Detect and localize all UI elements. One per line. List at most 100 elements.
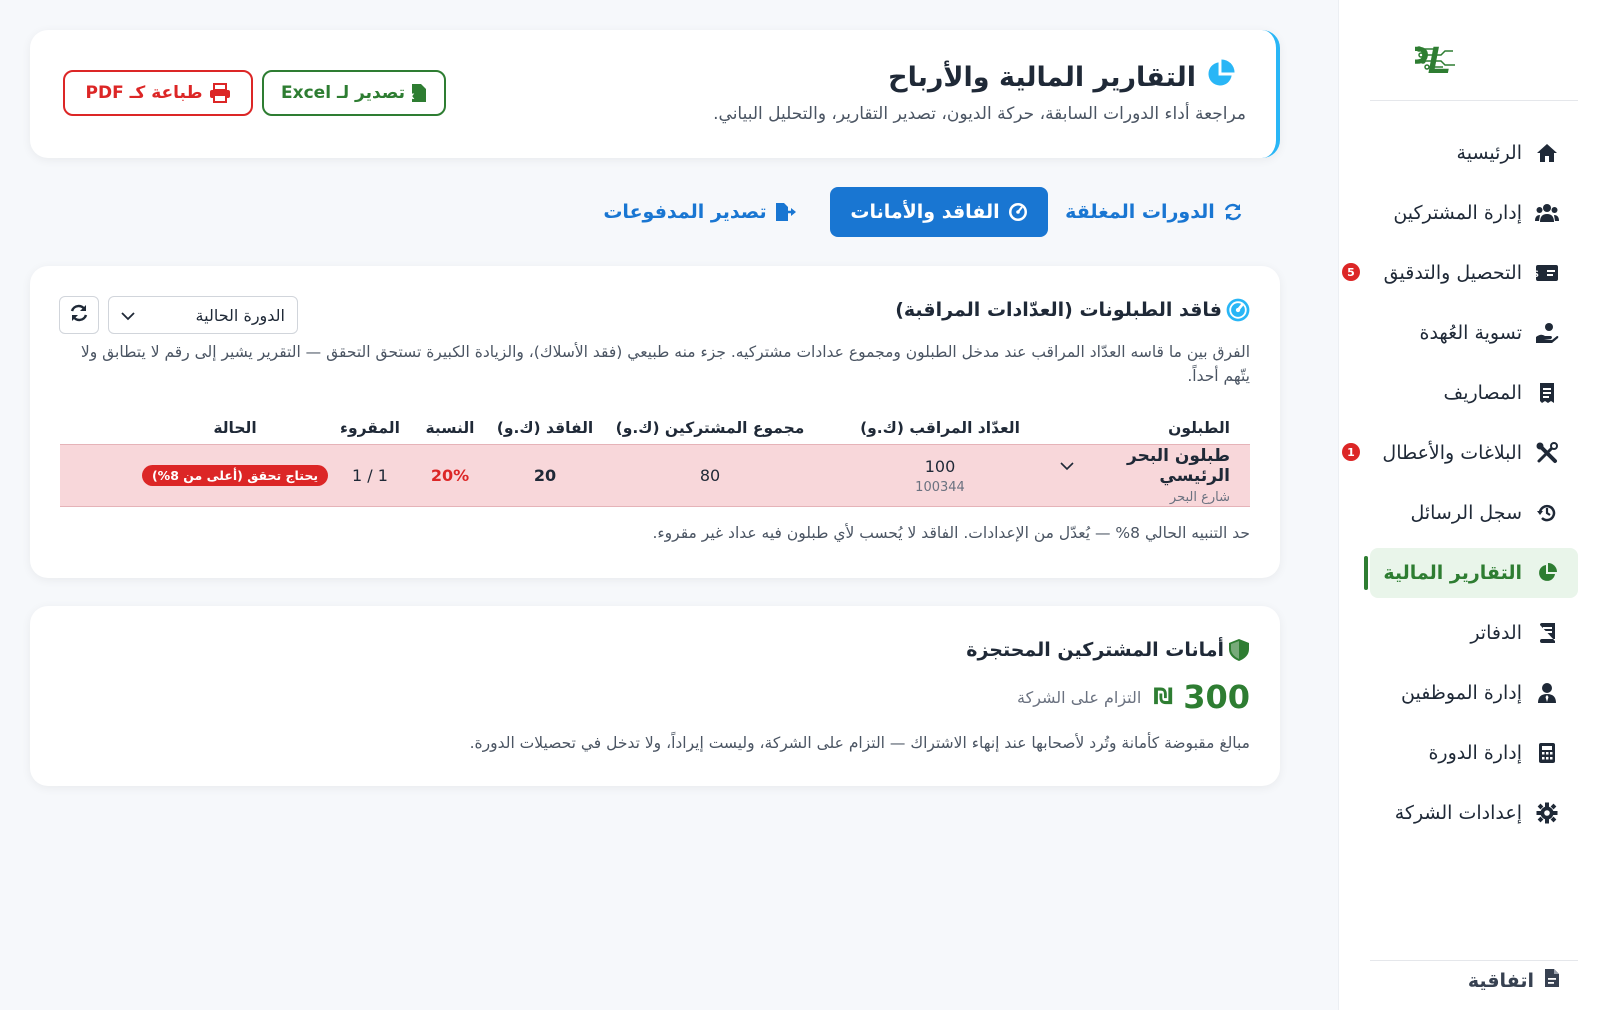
sidebar-nav: الرئيسية إدارة المشتركين $ التحصيل والتد… (1342, 128, 1578, 848)
sidebar-item-collection[interactable]: $ التحصيل والتدقيق 5 (1342, 248, 1578, 298)
deposits-description: مبالغ مقبوضة كأمانة وتُرد لأصحابها عند إ… (469, 734, 1250, 752)
deposits-card: أمانات المشتركين المحتجزة 300 ₪ التزام ع… (30, 606, 1280, 786)
column-header: المقروء (340, 419, 400, 437)
export-excel-button[interactable]: x تصدير لـ Excel (262, 70, 446, 116)
sidebar-item-company-settings[interactable]: إعدادات الشركة (1370, 788, 1578, 838)
sidebar-item-label: تسوية العُهدة (1419, 322, 1523, 344)
sidebar-item-home[interactable]: الرئيسية (1370, 128, 1578, 178)
printer-icon (209, 83, 231, 103)
sidebar-item-ledgers[interactable]: الدفاتر (1370, 608, 1578, 658)
calculator-icon (1534, 740, 1560, 766)
card-description: الفرق بين ما قاسه العدّاد المراقب عند مد… (80, 343, 1250, 385)
hand-coin-icon (1534, 320, 1560, 346)
amount-value: 300 (1183, 678, 1250, 716)
subscribers-total-cell: 80 (699, 466, 721, 485)
chevron-down-icon (121, 306, 135, 325)
history-icon (1534, 500, 1560, 526)
sidebar: PL الرئيسية إدارة المشتركين $ التحصيل وا… (1338, 0, 1600, 1010)
status-cell: يحتاج تحقق (أعلى من 8%) (140, 465, 330, 486)
gauge-icon (1226, 298, 1250, 322)
document-icon (1544, 968, 1560, 993)
sidebar-item-label: التحصيل والتدقيق (1383, 262, 1522, 284)
gear-icon (1534, 800, 1560, 826)
deposits-amount: 300 ₪ التزام على الشركة (1017, 678, 1250, 716)
shield-icon (1228, 638, 1250, 662)
table-row[interactable]: طبلون البحر الرئيسي شارع البحر 100 10034… (60, 444, 1250, 507)
sidebar-item-label: إعدادات الشركة (1394, 802, 1522, 824)
cycle-select-value: الدورة الحالية (195, 305, 285, 325)
sidebar-item-financial-reports[interactable]: التقارير المالية (1364, 548, 1578, 598)
sidebar-item-label: إدارة الموظفين (1401, 682, 1522, 704)
meter-cell: 100 100344 (820, 457, 1060, 495)
tab-loss-deposits[interactable]: الفاقد والأمانات (830, 187, 1048, 237)
table-header: الطبلون العدّاد المراقب (ك.و) مجموع المش… (60, 412, 1250, 444)
file-export-icon (775, 202, 797, 222)
page-title: التقارير المالية والأرباح (888, 58, 1236, 97)
sidebar-item-label: التقارير المالية (1383, 562, 1522, 584)
sidebar-item-label: إدارة المشتركين (1393, 202, 1522, 224)
report-tabs: الدورات المغلقة الفاقد والأمانات تصدير ا… (30, 187, 1280, 239)
ratio-cell: 20% (430, 466, 470, 485)
sidebar-item-label: الرئيسية (1456, 142, 1522, 164)
gauge-icon (1008, 202, 1028, 222)
column-header: مجموع المشتركين (ك.و) (615, 419, 805, 437)
sidebar-divider (1370, 100, 1578, 101)
sidebar-item-agreement[interactable]: اتفاقية (1468, 968, 1560, 993)
user-tie-icon (1534, 680, 1560, 706)
sidebar-divider (1370, 960, 1578, 961)
sidebar-item-label: الدفاتر (1470, 622, 1522, 644)
page-header-card: التقارير المالية والأرباح مراجعة أداء ال… (30, 30, 1280, 158)
read-cell: 1 / 1 (352, 466, 388, 485)
loss-cell: 20 (533, 466, 557, 485)
tab-export-payments[interactable]: تصدير المدفوعات (600, 187, 800, 237)
panel-loss-table: الطبلون العدّاد المراقب (ك.و) مجموع المش… (60, 412, 1250, 507)
card-title: فاقد الطبلونات (العدّادات المراقبة) (895, 298, 1250, 322)
svg-text:PL: PL (1415, 40, 1451, 82)
panel-cell: طبلون البحر الرئيسي شارع البحر (1060, 446, 1250, 505)
pie-chart-icon (1534, 560, 1560, 586)
sidebar-item-reports-faults[interactable]: البلاغات والأعطال 1 (1342, 428, 1578, 478)
column-header: الطبلون (1168, 419, 1230, 437)
status-badge: يحتاج تحقق (أعلى من 8%) (141, 465, 329, 486)
sidebar-item-subscribers[interactable]: إدارة المشتركين (1370, 188, 1578, 238)
users-icon (1534, 200, 1560, 226)
sidebar-item-employees[interactable]: إدارة الموظفين (1370, 668, 1578, 718)
threshold-note: حد التنبيه الحالي 8% — يُعدّل من الإعداد… (652, 524, 1250, 542)
pie-chart-icon (1204, 58, 1236, 97)
money-card-icon: $ (1534, 260, 1560, 286)
file-excel-icon: x (411, 83, 427, 103)
sidebar-item-label: إدارة الدورة (1428, 742, 1522, 764)
column-header: الحالة (213, 419, 257, 437)
sidebar-item-label: سجل الرسائل (1410, 502, 1522, 524)
book-icon (1534, 620, 1560, 646)
chevron-down-icon[interactable] (1060, 461, 1074, 471)
tab-closed-cycles[interactable]: الدورات المغلقة (1064, 187, 1244, 237)
panel-loss-card: فاقد الطبلونات (العدّادات المراقبة) الدو… (30, 266, 1280, 578)
home-icon (1534, 140, 1560, 166)
column-header: الفاقد (ك.و) (496, 419, 594, 437)
cycle-select[interactable]: الدورة الحالية (108, 296, 298, 334)
sidebar-item-messages-log[interactable]: سجل الرسائل (1370, 488, 1578, 538)
currency-symbol: ₪ (1153, 684, 1174, 710)
panel-street: شارع البحر (1169, 490, 1230, 505)
notification-badge: 1 (1342, 443, 1360, 461)
amount-label: التزام على الشركة (1017, 687, 1142, 707)
page-subtitle: مراجعة أداء الدورات السابقة، حركة الديون… (713, 104, 1246, 124)
column-header: النسبة (425, 419, 475, 437)
svg-text:$: $ (1535, 269, 1539, 280)
meter-value: 100 (924, 456, 956, 476)
card-title: أمانات المشتركين المحتجزة (966, 638, 1250, 662)
sidebar-item-label: المصاريف (1443, 382, 1522, 404)
sync-icon (1223, 202, 1243, 222)
svg-text:x: x (411, 91, 415, 102)
sidebar-item-cycle-management[interactable]: إدارة الدورة (1370, 728, 1578, 778)
meter-id: 100344 (915, 479, 965, 495)
sidebar-item-custody[interactable]: تسوية العُهدة (1370, 308, 1578, 358)
panel-name[interactable]: طبلون البحر الرئيسي (1060, 446, 1230, 486)
tools-icon (1534, 440, 1560, 466)
receipt-icon (1534, 380, 1560, 406)
print-pdf-button[interactable]: طباعة كـ PDF (63, 70, 253, 116)
refresh-button[interactable] (59, 296, 99, 334)
sidebar-item-expenses[interactable]: المصاريف (1370, 368, 1578, 418)
company-logo[interactable]: PL (1410, 30, 1540, 86)
